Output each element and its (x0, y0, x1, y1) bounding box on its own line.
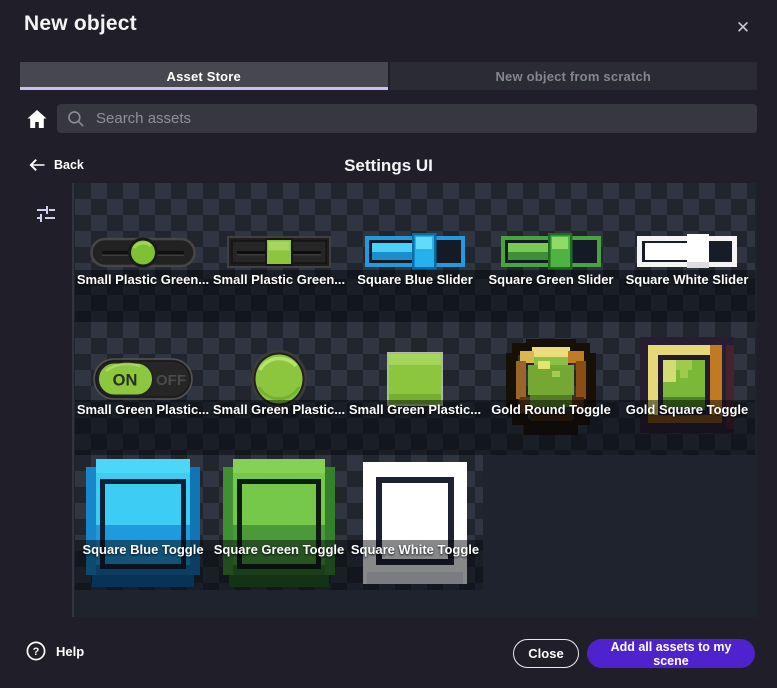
asset-grid-row: Small Plastic Green... Small Plastic Gre… (75, 183, 755, 322)
square-blue-slider-thumbnail (365, 231, 465, 271)
asset-label: Gold Round Toggle (491, 401, 611, 418)
asset-label: Square Green Toggle (214, 541, 345, 558)
asset-label: Square Green Slider (489, 271, 614, 288)
asset-tile-square-blue-slider[interactable]: Square Blue Slider (347, 183, 483, 322)
add-all-assets-button[interactable]: Add all assets to my scene (587, 639, 755, 668)
asset-tile-small-green-plastic-square-button[interactable]: Small Green Plastic... (347, 322, 483, 455)
home-icon[interactable] (25, 107, 49, 131)
square-green-button-thumbnail (387, 352, 443, 406)
tab-asset-store[interactable]: Asset Store (20, 62, 388, 90)
section-title: Settings UI (0, 156, 777, 176)
square-green-slider-thumbnail (501, 231, 601, 271)
arrow-left-icon (28, 157, 46, 173)
search-input[interactable] (94, 109, 747, 128)
tab-bar: Asset Store New object from scratch (20, 62, 757, 90)
back-button[interactable]: Back (28, 157, 84, 173)
green-on-off-toggle-thumbnail: ON OFF (93, 358, 193, 400)
close-button[interactable]: Close (513, 639, 579, 668)
page-title: New object (24, 12, 137, 36)
help-label: Help (56, 644, 84, 659)
asset-tile-square-green-toggle[interactable]: Square Green Toggle (211, 455, 347, 590)
close-icon[interactable]: ✕ (731, 16, 755, 40)
toggle-off-text: OFF (156, 372, 186, 389)
asset-label: Small Plastic Green... (77, 271, 209, 288)
svg-text:?: ? (33, 646, 40, 658)
search-icon (67, 110, 85, 128)
asset-tile-square-green-slider[interactable]: Square Green Slider (483, 183, 619, 322)
square-white-slider-thumbnail (637, 231, 737, 271)
back-label: Back (54, 158, 84, 172)
filter-tune-icon[interactable] (33, 202, 59, 228)
asset-tile-square-white-toggle[interactable]: Square White Toggle (347, 455, 483, 590)
help-icon: ? (26, 641, 46, 661)
asset-tile-square-white-slider[interactable]: Square White Slider (619, 183, 755, 322)
asset-label: Small Green Plastic... (349, 401, 481, 418)
asset-tile-gold-square-toggle[interactable]: Gold Square Toggle (619, 322, 755, 455)
asset-tile-small-plastic-green-slider-flat[interactable]: Small Plastic Green... (211, 183, 347, 322)
asset-grid-row: Square Blue Toggle Square Green Toggle (75, 455, 483, 590)
asset-tile-gold-round-toggle[interactable]: Gold Round Toggle (483, 322, 619, 455)
search-bar (57, 104, 757, 133)
asset-label: Square White Slider (626, 271, 749, 288)
asset-tile-small-green-plastic-on-off[interactable]: ON OFF Small Green Plastic... (75, 322, 211, 455)
asset-tile-square-blue-toggle[interactable]: Square Blue Toggle (75, 455, 211, 590)
help-button[interactable]: ? Help (26, 641, 84, 661)
asset-label: Square Blue Slider (357, 271, 473, 288)
round-green-slider-thumbnail (90, 235, 196, 269)
asset-label: Gold Square Toggle (626, 401, 749, 418)
asset-label: Square White Toggle (351, 541, 479, 558)
toggle-on-text: ON (113, 372, 138, 390)
flat-dark-green-slider-thumbnail (227, 235, 331, 269)
asset-label: Small Green Plastic... (213, 401, 345, 418)
asset-label: Small Green Plastic... (77, 401, 209, 418)
tab-new-object-from-scratch[interactable]: New object from scratch (390, 62, 758, 90)
panel-divider (72, 183, 74, 617)
asset-tile-small-green-plastic-round-button[interactable]: Small Green Plastic... (211, 322, 347, 455)
asset-label: Square Blue Toggle (82, 541, 203, 558)
asset-tile-small-plastic-green-slider-round[interactable]: Small Plastic Green... (75, 183, 211, 322)
asset-grid-row: ON OFF Small Green Plastic... Small Gree… (75, 322, 755, 455)
asset-label: Small Plastic Green... (213, 271, 345, 288)
